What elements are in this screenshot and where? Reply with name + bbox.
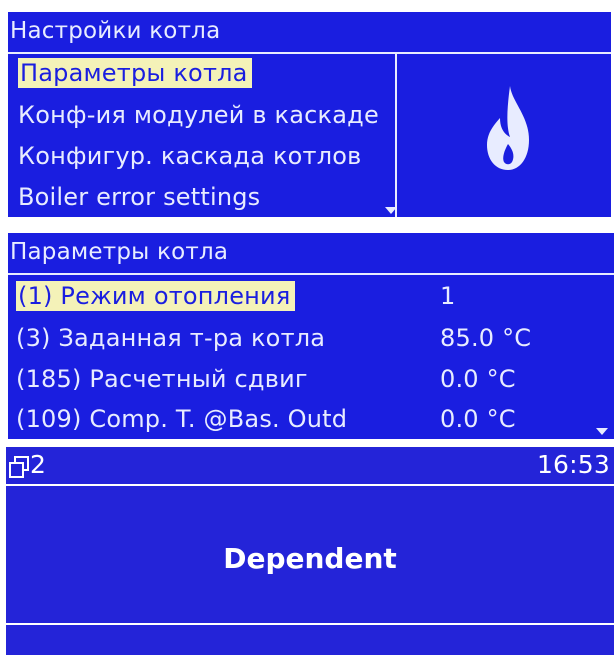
menu-item-cascade-modules-config[interactable]: Конф-ия модулей в каскаде (18, 100, 379, 130)
footer-divider (6, 623, 614, 625)
parameter-value: 85.0 °C (440, 324, 532, 352)
parameter-label: (109) Comp. T. @Bas. Outd (16, 405, 348, 433)
menu-item-boiler-cascade-config[interactable]: Конфигур. каскада котлов (18, 141, 362, 171)
boiler-settings-screen: Настройки котла Параметры котла Конф-ия … (8, 12, 611, 217)
parameter-value: 0.0 °C (440, 405, 516, 433)
menu-divider (395, 52, 397, 217)
header-divider (6, 484, 614, 486)
boiler-parameters-screen: Параметры котла (1) Режим отопления 1 (3… (8, 233, 614, 439)
title-divider (8, 273, 614, 275)
module-icon (9, 456, 29, 478)
parameter-label: (185) Расчетный сдвиг (16, 365, 308, 393)
parameter-value: 0.0 °C (440, 365, 516, 393)
parameter-value: 1 (440, 282, 456, 310)
menu-item-boiler-error-settings[interactable]: Boiler error settings (18, 182, 260, 212)
dependency-status: Dependent (223, 542, 397, 575)
module-status-screen: 2 16:53 Dependent (6, 447, 614, 655)
module-number: 2 (30, 450, 47, 479)
scroll-down-icon (385, 207, 397, 214)
scroll-down-icon (596, 428, 608, 435)
clock-time: 16:53 (536, 450, 610, 479)
menu-item-boiler-parameters[interactable]: Параметры котла (18, 58, 252, 88)
title-divider (8, 52, 611, 54)
screen-title: Параметры котла (10, 239, 229, 265)
screen-title: Настройки котла (10, 18, 221, 44)
flame-icon (487, 86, 529, 170)
parameter-label: (3) Заданная т-ра котла (16, 324, 326, 352)
parameter-label: (1) Режим отопления (16, 281, 295, 311)
